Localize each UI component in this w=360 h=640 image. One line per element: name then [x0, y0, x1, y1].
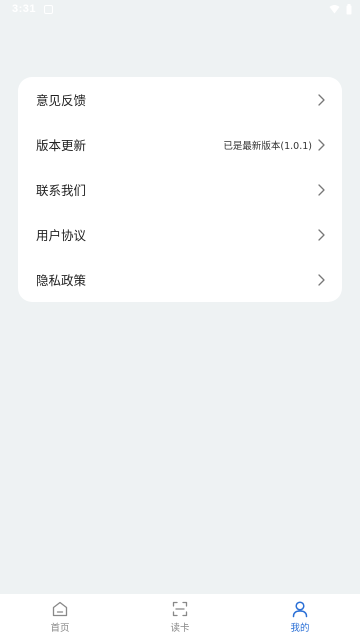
tab-label: 首页	[50, 623, 70, 634]
chevron-right-icon	[316, 228, 326, 242]
menu-item-privacy-policy[interactable]: 隐私政策	[18, 257, 342, 302]
home-icon	[51, 600, 69, 618]
tab-label: 读卡	[170, 623, 190, 634]
status-bar: 3:31	[0, 0, 360, 18]
menu-item-label: 隐私政策	[36, 273, 87, 288]
menu-item-user-agreement[interactable]: 用户协议	[18, 212, 342, 257]
notification-icon	[44, 4, 54, 14]
menu-item-contact-us[interactable]: 联系我们	[18, 167, 342, 212]
tab-label: 我的	[290, 623, 310, 634]
bottom-tab-bar: 首页 读卡 我的	[0, 594, 360, 640]
version-status-text: 已是最新版本(1.0.1)	[223, 140, 312, 152]
menu-item-label: 版本更新	[36, 138, 87, 153]
wifi-icon	[329, 4, 340, 14]
tab-home[interactable]: 首页	[0, 594, 120, 640]
settings-card: 意见反馈 版本更新 已是最新版本(1.0.1) 联系我们 用户协议 隐私政策	[18, 77, 342, 302]
menu-item-label: 意见反馈	[36, 93, 87, 108]
menu-item-label: 联系我们	[36, 183, 87, 198]
chevron-right-icon	[316, 138, 326, 152]
battery-icon	[346, 3, 352, 15]
menu-item-label: 用户协议	[36, 228, 87, 243]
chevron-right-icon	[316, 93, 326, 107]
menu-item-feedback[interactable]: 意见反馈	[18, 77, 342, 122]
menu-item-version-update[interactable]: 版本更新 已是最新版本(1.0.1)	[18, 122, 342, 167]
tab-mine[interactable]: 我的	[240, 594, 360, 640]
chevron-right-icon	[316, 273, 326, 287]
status-time: 3:31	[12, 3, 37, 15]
tab-read-card[interactable]: 读卡	[120, 594, 240, 640]
chevron-right-icon	[316, 183, 326, 197]
user-icon	[291, 600, 309, 618]
scan-icon	[171, 600, 189, 618]
